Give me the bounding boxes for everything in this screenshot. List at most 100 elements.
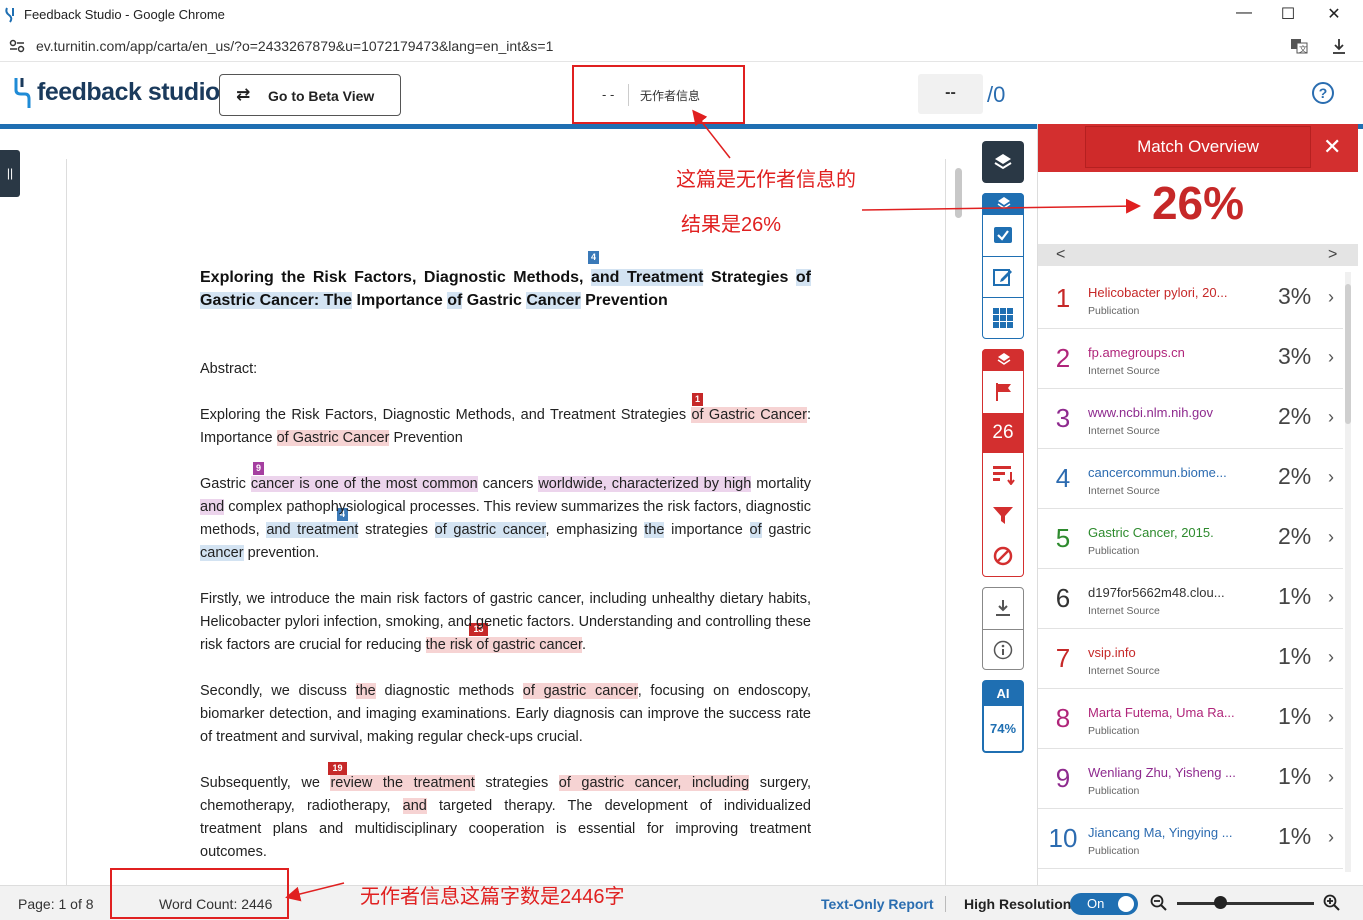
chevron-right-icon[interactable]: ›	[1328, 647, 1334, 668]
match-highlight[interactable]: cancer is one of the most common	[250, 476, 478, 492]
match-highlight[interactable]: and Treatment	[591, 269, 704, 286]
match-highlight[interactable]: Cancer	[526, 292, 581, 309]
feedback-summary-button[interactable]	[982, 257, 1024, 297]
flag-button[interactable]	[982, 372, 1024, 412]
match-source-row[interactable]: 2 fp.amegroups.cn Internet Source 3% ›	[1038, 329, 1343, 389]
go-to-beta-view-button[interactable]: ⇄ Go to Beta View	[219, 74, 401, 116]
exclude-sources-button[interactable]	[982, 536, 1024, 576]
match-source-type: Publication	[1088, 725, 1140, 737]
chevron-right-icon[interactable]: ›	[1328, 467, 1334, 488]
submission-info-button[interactable]	[982, 630, 1024, 670]
chevron-right-icon[interactable]: ›	[1328, 707, 1334, 728]
match-source-row[interactable]: 7 vsip.info Internet Source 1% ›	[1038, 629, 1343, 689]
zoom-slider[interactable]	[1177, 902, 1314, 905]
match-source-name[interactable]: Gastric Cancer, 2015.	[1088, 525, 1214, 540]
grading-layer-header[interactable]	[982, 193, 1024, 215]
close-window-button[interactable]: ✕	[1314, 4, 1354, 26]
match-source-name[interactable]: Helicobacter pylori, 20...	[1088, 285, 1227, 300]
translate-icon[interactable]: 文	[1290, 38, 1308, 54]
download-icon[interactable]	[1330, 37, 1348, 55]
grade-input[interactable]: --	[918, 74, 983, 114]
match-source-row[interactable]: 6 d197for5662m48.clou... Internet Source 1%…	[1038, 569, 1343, 629]
url-text[interactable]: ev.turnitin.com/app/carta/en_us/?o=24332…	[36, 38, 553, 54]
match-source-row[interactable]: 9 Wenliang Zhu, Yisheng ... Publication 1% ›	[1038, 749, 1343, 809]
match-source-name[interactable]: Marta Futema, Uma Ra...	[1088, 705, 1235, 720]
match-source-row[interactable]: 10 Jiancang Ma, Yingying ... Publication 1%…	[1038, 809, 1343, 869]
body-text: strategies	[485, 775, 549, 791]
match-tag[interactable]: 4	[588, 251, 599, 264]
quickmark-button[interactable]	[982, 216, 1024, 256]
match-highlight[interactable]: review the treatment	[330, 775, 475, 791]
zoom-out-icon[interactable]	[1150, 894, 1168, 912]
help-icon[interactable]: ?	[1312, 82, 1334, 104]
match-highlight[interactable]: the	[644, 522, 665, 538]
match-highlight[interactable]: the risk of gastric cancer	[425, 637, 582, 653]
minimize-button[interactable]: —	[1224, 4, 1264, 26]
zoom-in-icon[interactable]	[1323, 894, 1341, 912]
chevron-right-icon[interactable]: ›	[1328, 347, 1334, 368]
match-source-row[interactable]: 1 Helicobacter pylori, 20... Publication 3%…	[1038, 269, 1343, 329]
match-highlight[interactable]: cancer	[200, 545, 244, 561]
match-highlight[interactable]: of	[795, 269, 811, 286]
match-highlight[interactable]: of	[447, 292, 463, 309]
next-page-icon[interactable]: >	[1328, 246, 1337, 264]
match-highlight[interactable]: and treatment	[266, 522, 359, 538]
chevron-right-icon[interactable]: ›	[1328, 407, 1334, 428]
download-button[interactable]	[982, 589, 1024, 629]
match-highlight[interactable]: worldwide, characterized by high	[538, 476, 752, 492]
match-source-name[interactable]: d197for5662m48.clou...	[1088, 585, 1225, 600]
similarity-layer-header[interactable]	[982, 349, 1024, 371]
match-overview-button[interactable]: 26	[982, 413, 1024, 453]
match-highlight[interactable]: Gastric Cancer: The	[200, 292, 353, 309]
match-highlight[interactable]: and	[200, 499, 225, 515]
match-source-name[interactable]: Wenliang Zhu, Yisheng ...	[1088, 765, 1236, 780]
zoom-slider-handle[interactable]	[1214, 896, 1227, 909]
rubric-button[interactable]	[982, 298, 1024, 338]
match-highlight[interactable]: of	[749, 522, 762, 538]
chevron-right-icon[interactable]: ›	[1328, 527, 1334, 548]
match-source-name[interactable]: Jiancang Ma, Yingying ...	[1088, 825, 1233, 840]
match-number: 8	[1055, 703, 1071, 733]
match-source-name[interactable]: fp.amegroups.cn	[1088, 345, 1185, 360]
match-source-name[interactable]: cancercommun.biome...	[1088, 465, 1227, 480]
body-text: Secondly, we discuss	[200, 683, 347, 699]
download-icon	[996, 600, 1010, 616]
match-source-row[interactable]: 4 cancercommun.biome... Internet Source 2% ›	[1038, 449, 1343, 509]
match-source-name[interactable]: vsip.info	[1088, 645, 1136, 660]
match-highlight[interactable]: of gastric cancer	[434, 522, 546, 538]
match-source-row[interactable]: 3 www.ncbi.nlm.nih.gov Internet Source 2% ›	[1038, 389, 1343, 449]
match-source-name[interactable]: www.ncbi.nlm.nih.gov	[1088, 405, 1213, 420]
maximize-button[interactable]: ☐	[1268, 4, 1308, 26]
chevron-right-icon[interactable]: ›	[1328, 587, 1334, 608]
match-highlight[interactable]: of Gastric Cancer	[276, 430, 390, 446]
match-source-type: Internet Source	[1088, 605, 1160, 617]
match-highlight[interactable]: the	[355, 683, 376, 699]
chevron-right-icon[interactable]: ›	[1328, 827, 1334, 848]
match-source-type: Internet Source	[1088, 365, 1160, 377]
prev-page-icon[interactable]: <	[1056, 246, 1065, 264]
browser-title-bar: Feedback Studio - Google Chrome — ☐ ✕	[0, 0, 1363, 30]
side-drawer-toggle[interactable]: ||	[0, 150, 20, 197]
close-panel-icon[interactable]: ✕	[1323, 134, 1341, 160]
chevron-right-icon[interactable]: ›	[1328, 287, 1334, 308]
match-highlight[interactable]: of gastric cancer, including	[558, 775, 750, 791]
document-scrollbar[interactable]	[955, 168, 962, 218]
match-source-row[interactable]: 5 Gastric Cancer, 2015. Publication 2% ›	[1038, 509, 1343, 569]
text-only-report-link[interactable]: Text-Only Report	[821, 896, 934, 912]
match-highlight[interactable]: of Gastric Cancer	[691, 407, 807, 423]
match-number: 3	[1055, 403, 1071, 433]
site-settings-icon[interactable]	[9, 39, 25, 53]
address-bar[interactable]: ev.turnitin.com/app/carta/en_us/?o=24332…	[0, 30, 1363, 62]
ai-writing-button[interactable]: AI 74%	[982, 680, 1024, 753]
match-highlight[interactable]: and	[402, 798, 427, 814]
chevron-right-icon[interactable]: ›	[1328, 767, 1334, 788]
layers-button[interactable]	[982, 141, 1024, 183]
panel-scrollbar[interactable]	[1345, 272, 1351, 872]
filter-button[interactable]	[982, 496, 1024, 536]
all-sources-button[interactable]	[982, 455, 1024, 495]
high-resolution-toggle[interactable]: On	[1070, 893, 1138, 915]
match-number: 5	[1055, 523, 1071, 553]
scrollbar-thumb[interactable]	[1345, 284, 1351, 424]
match-highlight[interactable]: of gastric cancer	[522, 683, 638, 699]
match-source-row[interactable]: 8 Marta Futema, Uma Ra... Publication 1% ›	[1038, 689, 1343, 749]
